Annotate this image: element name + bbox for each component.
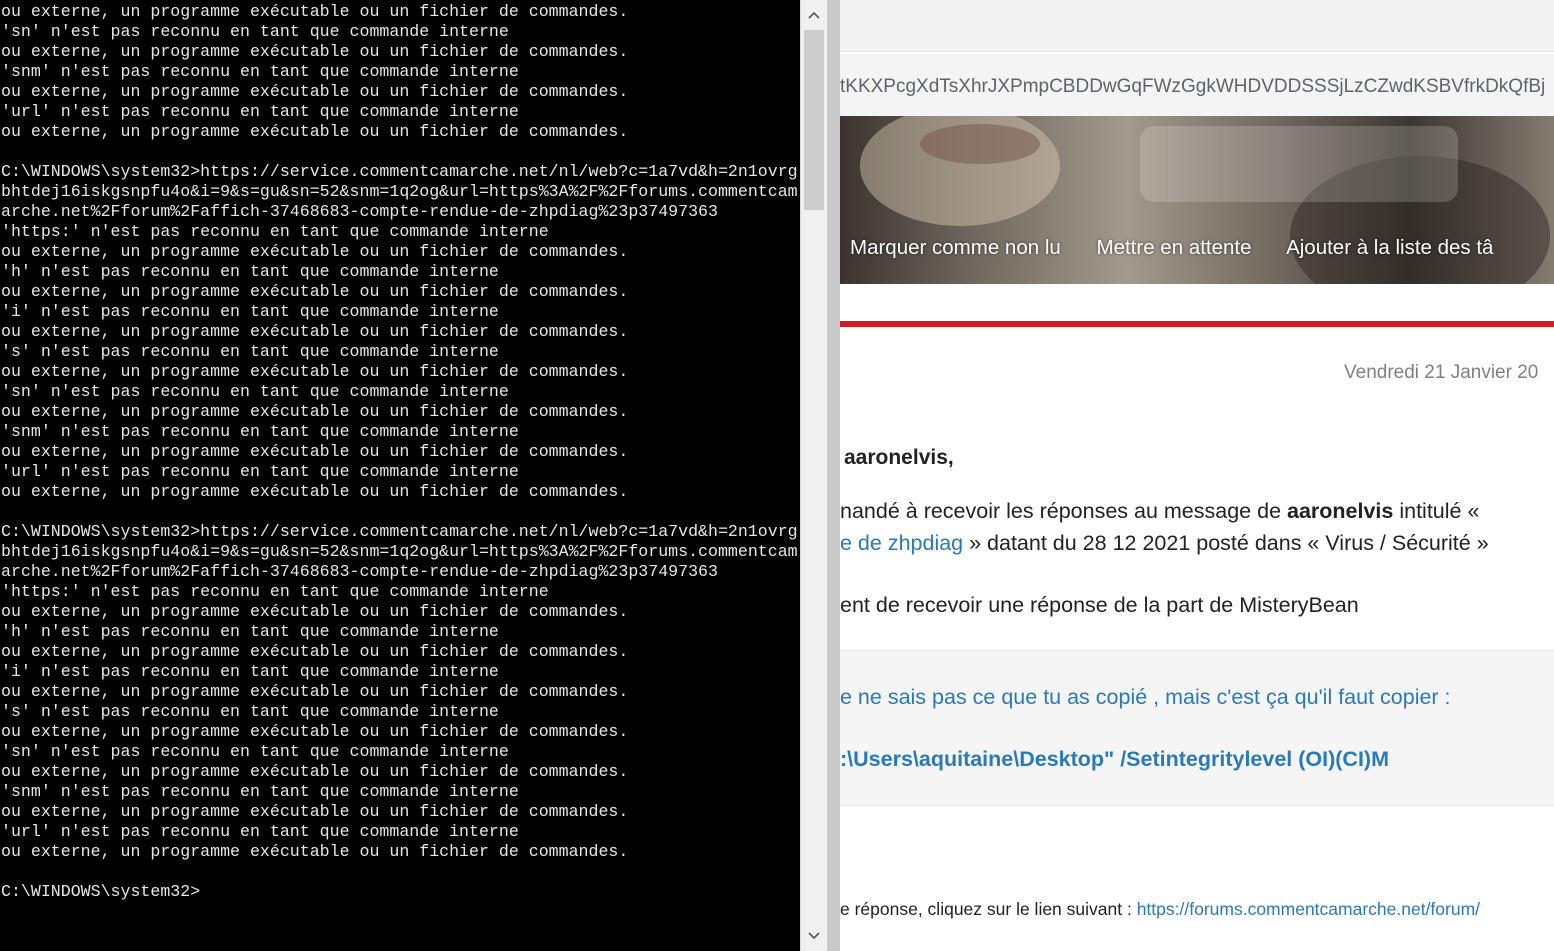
console-scrollbar[interactable]: [800, 0, 827, 951]
console-line: C:\WINDOWS\system32>: [1, 882, 201, 901]
console-line: 'sn' n'est pas reconnu en tant que comma…: [1, 22, 509, 41]
console-line: 's' n'est pas reconnu en tant que comman…: [1, 702, 499, 721]
console-line: bhtdej16iskgsnpfu4o&i=9&s=gu&sn=52&snm=1…: [1, 542, 798, 561]
console-line: ou externe, un programme exécutable ou u…: [1, 602, 629, 621]
mail-greeting: aaronelvis,: [844, 446, 954, 469]
console-line: ou externe, un programme exécutable ou u…: [1, 42, 629, 61]
console-line: ou externe, un programme exécutable ou u…: [1, 682, 629, 701]
console-line: 'snm' n'est pas reconnu en tant que comm…: [1, 422, 519, 441]
console-window[interactable]: ou externe, un programme exécutable ou u…: [0, 0, 800, 951]
console-line: 'i' n'est pas reconnu en tant que comman…: [1, 662, 499, 681]
mail-body-line: e de zhpdiag » datant du 28 12 2021 post…: [840, 531, 1489, 556]
footer-text: e réponse, cliquez sur le lien suivant :: [840, 899, 1137, 919]
console-output[interactable]: ou externe, un programme exécutable ou u…: [1, 2, 800, 902]
console-line: 's' n'est pas reconnu en tant que comman…: [1, 342, 499, 361]
topic-link[interactable]: e de zhpdiag: [840, 531, 963, 555]
quote-text: e ne sais pas ce que tu as copié , mais …: [840, 685, 1451, 709]
window-border: [827, 0, 840, 951]
address-bar[interactable]: tKKXPcgXdTsXhrJXPmpCBDDwGqFWzGgkWHDVDDSS…: [840, 54, 1554, 116]
console-line: ou externe, un programme exécutable ou u…: [1, 642, 629, 661]
console-line: 'sn' n'est pas reconnu en tant que comma…: [1, 742, 509, 761]
quote-command: :\Users\aquitaine\Desktop" /Setintegrity…: [840, 747, 1389, 771]
console-line: ou externe, un programme exécutable ou u…: [1, 802, 629, 821]
body-text: nandé à recevoir les réponses au message…: [840, 499, 1287, 523]
console-line: C:\WINDOWS\system32>https://service.comm…: [1, 162, 798, 181]
console-line: ou externe, un programme exécutable ou u…: [1, 2, 629, 21]
mail-body-line: ent de recevoir une réponse de la part d…: [840, 593, 1359, 617]
console-line: ou externe, un programme exécutable ou u…: [1, 122, 629, 141]
search-bar[interactable]: [1140, 126, 1458, 202]
console-line: 'i' n'est pas reconnu en tant que comman…: [1, 302, 499, 321]
body-text: intitulé «: [1393, 499, 1480, 523]
mail-body-line: nandé à recevoir les réponses au message…: [840, 499, 1479, 524]
mail-action-menu: Marquer comme non lu Mettre en attente A…: [850, 236, 1523, 260]
banner-background-shape: [920, 124, 1040, 164]
body-text: » datant du 28 12 2021 posté dans « Viru…: [963, 531, 1489, 555]
console-line: arche.net%2Fforum%2Faffich-37468683-comp…: [1, 562, 718, 581]
console-line: ou externe, un programme exécutable ou u…: [1, 322, 629, 341]
mail-header-banner: Marquer comme non lu Mettre en attente A…: [840, 116, 1554, 284]
console-line: ou externe, un programme exécutable ou u…: [1, 402, 629, 421]
scrollbar-thumb[interactable]: [804, 30, 824, 210]
forum-link[interactable]: https://forums.commentcamarche.net/forum…: [1137, 899, 1480, 919]
console-line: ou externe, un programme exécutable ou u…: [1, 722, 629, 741]
console-line: 'https:' n'est pas reconnu en tant que c…: [1, 582, 549, 601]
snooze-button[interactable]: Mettre en attente: [1097, 236, 1252, 259]
console-line: bhtdej16iskgsnpfu4o&i=9&s=gu&sn=52&snm=1…: [1, 182, 798, 201]
browser-window: tKKXPcgXdTsXhrJXPmpCBDDwGqFWzGgkWHDVDDSS…: [840, 0, 1554, 951]
add-to-tasks-button[interactable]: Ajouter à la liste des tâ: [1286, 236, 1493, 259]
console-line: ou externe, un programme exécutable ou u…: [1, 842, 629, 861]
browser-toolbar: [840, 0, 1554, 52]
console-line: C:\WINDOWS\system32>https://service.comm…: [1, 522, 798, 541]
console-line: 'snm' n'est pas reconnu en tant que comm…: [1, 782, 519, 801]
console-line: ou externe, un programme exécutable ou u…: [1, 482, 629, 501]
console-line: 'url' n'est pas reconnu en tant que comm…: [1, 462, 519, 481]
accent-divider: [840, 321, 1554, 327]
console-line: arche.net%2Fforum%2Faffich-37468683-comp…: [1, 202, 718, 221]
console-line: ou externe, un programme exécutable ou u…: [1, 442, 629, 461]
chevron-up-icon[interactable]: [801, 0, 827, 30]
console-line: 'url' n'est pas reconnu en tant que comm…: [1, 822, 519, 841]
author-name: aaronelvis: [1287, 499, 1394, 523]
console-line: 'https:' n'est pas reconnu en tant que c…: [1, 222, 549, 241]
console-line: 'url' n'est pas reconnu en tant que comm…: [1, 102, 519, 121]
mark-unread-button[interactable]: Marquer comme non lu: [850, 236, 1061, 259]
chevron-down-icon[interactable]: [801, 921, 827, 951]
mail-date: Vendredi 21 Janvier 20: [1344, 362, 1539, 383]
console-line: ou externe, un programme exécutable ou u…: [1, 762, 629, 781]
console-line: ou externe, un programme exécutable ou u…: [1, 282, 629, 301]
console-line: 'h' n'est pas reconnu en tant que comman…: [1, 622, 499, 641]
url-text[interactable]: tKKXPcgXdTsXhrJXPmpCBDDwGqFWzGgkWHDVDDSS…: [840, 76, 1545, 98]
quoted-reply: e ne sais pas ce que tu as copié , mais …: [840, 650, 1554, 806]
console-line: ou externe, un programme exécutable ou u…: [1, 82, 629, 101]
console-line: 'snm' n'est pas reconnu en tant que comm…: [1, 62, 519, 81]
console-line: ou externe, un programme exécutable ou u…: [1, 362, 629, 381]
console-line: 'h' n'est pas reconnu en tant que comman…: [1, 262, 499, 281]
console-line: 'sn' n'est pas reconnu en tant que comma…: [1, 382, 509, 401]
mail-footer: e réponse, cliquez sur le lien suivant :…: [840, 899, 1480, 920]
console-line: ou externe, un programme exécutable ou u…: [1, 242, 629, 261]
